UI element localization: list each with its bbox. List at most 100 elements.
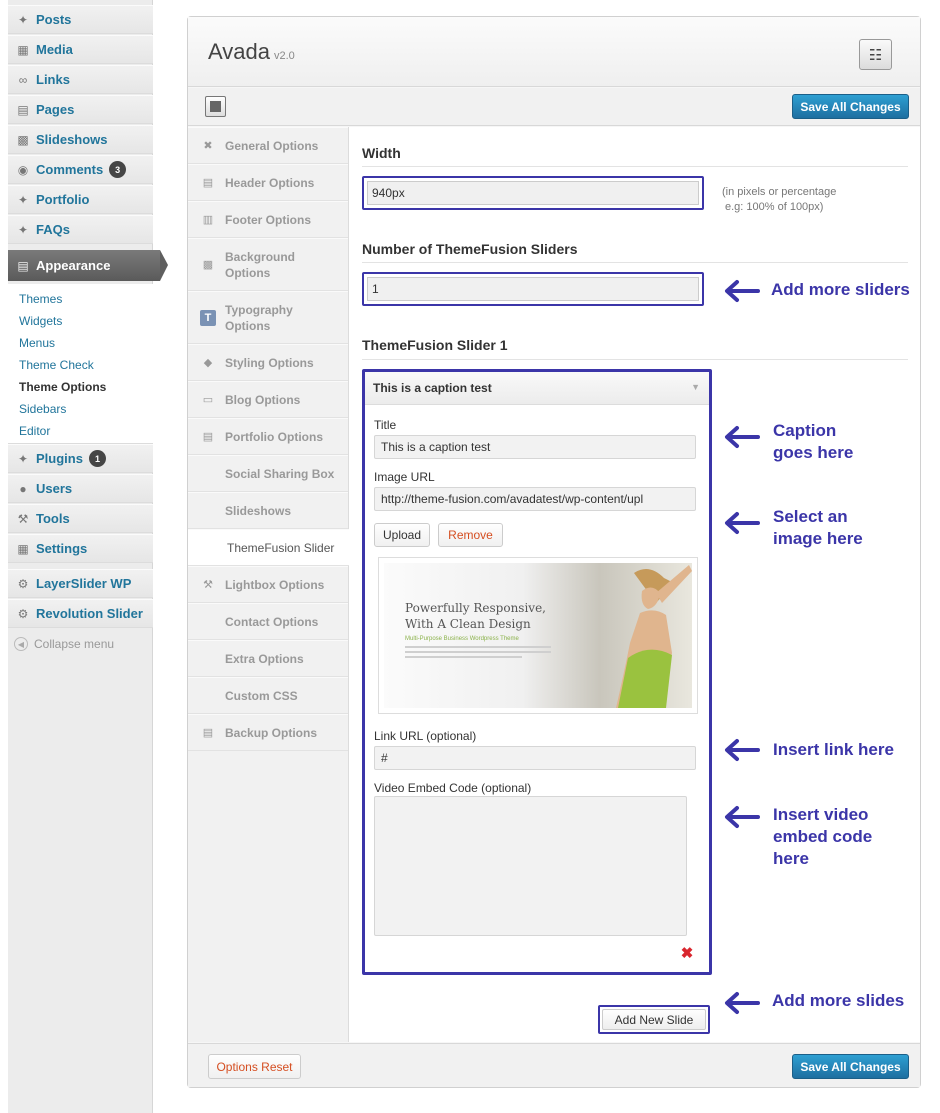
wrench-icon: ✖ bbox=[203, 140, 213, 152]
save-all-button-top[interactable]: Save All Changes bbox=[792, 94, 909, 119]
slider-section-title: ThemeFusion Slider 1 bbox=[362, 337, 508, 353]
upload-button[interactable]: Upload bbox=[374, 523, 430, 547]
annotation-caption: Caption goes here bbox=[773, 420, 853, 464]
sliders-count-input[interactable]: 1 bbox=[367, 277, 699, 301]
wp-admin-menu: ✦ Posts ▦ Media ∞ Links ▤ Pages ▩ Slides… bbox=[8, 0, 168, 1113]
woman-photo bbox=[616, 565, 692, 708]
nav-typography-options[interactable]: T Typography Options bbox=[188, 291, 348, 344]
link-icon: ∞ bbox=[18, 72, 28, 87]
nav-footer-options[interactable]: ▥ Footer Options bbox=[188, 201, 348, 238]
remove-button[interactable]: Remove bbox=[438, 523, 503, 547]
submenu-editor[interactable]: Editor bbox=[19, 420, 153, 442]
menu-media[interactable]: ▦ Media bbox=[8, 35, 153, 64]
nav-header-options[interactable]: ▤ Header Options bbox=[188, 164, 348, 201]
menu-posts[interactable]: ✦ Posts bbox=[8, 5, 153, 34]
collapse-menu[interactable]: ◀ Collapse menu bbox=[14, 637, 114, 651]
menu-label: LayerSlider WP bbox=[36, 576, 132, 591]
menu-label: Slideshows bbox=[36, 132, 108, 147]
menu-slideshows[interactable]: ▩ Slideshows bbox=[8, 125, 153, 154]
blank-icon bbox=[200, 651, 216, 667]
menu-appearance[interactable]: ▤ Appearance bbox=[8, 250, 168, 281]
nav-extra-options[interactable]: Extra Options bbox=[188, 640, 348, 677]
nav-themefusion-slider[interactable]: ThemeFusion Slider bbox=[188, 529, 349, 566]
menu-portfolio[interactable]: ✦ Portfolio bbox=[8, 185, 153, 214]
nav-general-options[interactable]: ✖ General Options bbox=[188, 127, 348, 164]
submenu-themes[interactable]: Themes bbox=[19, 288, 153, 310]
menu-settings[interactable]: ▦ Settings bbox=[8, 534, 153, 563]
title-input[interactable]: This is a caption test bbox=[374, 435, 696, 459]
menu-label: Media bbox=[36, 42, 73, 57]
media-icon: ▦ bbox=[17, 42, 29, 57]
preview-heading: Powerfully Responsive, With A Clean Desi… bbox=[405, 600, 546, 632]
menu-label: Settings bbox=[36, 541, 88, 556]
collapse-arrow-icon[interactable]: ▼ bbox=[691, 382, 700, 392]
nav-label: Social Sharing Box bbox=[225, 466, 335, 481]
width-input[interactable]: 940px bbox=[367, 181, 699, 205]
submenu-widgets[interactable]: Widgets bbox=[19, 310, 153, 332]
nav-contact-options[interactable]: Contact Options bbox=[188, 603, 348, 640]
nav-label: Contact Options bbox=[225, 614, 319, 629]
nav-label: Backup Options bbox=[225, 725, 318, 740]
video-embed-textarea[interactable] bbox=[374, 796, 687, 936]
options-reset-button[interactable]: Options Reset bbox=[208, 1054, 301, 1079]
annotation-add-sliders: Add more sliders bbox=[771, 280, 910, 299]
image-url-input[interactable]: http://theme-fusion.com/avadatest/wp-con… bbox=[374, 487, 696, 511]
menu-pages[interactable]: ▤ Pages bbox=[8, 95, 153, 124]
gear-icon: ⚙ bbox=[17, 576, 29, 591]
nav-custom-css[interactable]: Custom CSS bbox=[188, 677, 348, 714]
nav-slideshows[interactable]: Slideshows bbox=[188, 492, 348, 529]
slide-header-title: This is a caption test bbox=[373, 381, 492, 395]
title-label: Title bbox=[374, 418, 397, 432]
delete-slide-icon[interactable]: ✖ bbox=[679, 945, 695, 962]
submenu-menus[interactable]: Menus bbox=[19, 332, 153, 354]
collapse-label: Collapse menu bbox=[34, 637, 115, 651]
preview-heading-line: With A Clean Design bbox=[405, 617, 531, 631]
nav-backup-options[interactable]: ▤ Backup Options bbox=[188, 714, 348, 751]
link-url-input[interactable]: # bbox=[374, 746, 696, 770]
wrench-icon: ⚒ bbox=[203, 579, 213, 591]
slide-panel: This is a caption test ▼ Title This is a… bbox=[362, 369, 712, 975]
menu-plugins[interactable]: ✦ Plugins 1 bbox=[8, 444, 153, 473]
add-new-slide-button[interactable]: Add New Slide bbox=[602, 1009, 706, 1030]
expand-icon[interactable] bbox=[205, 96, 226, 117]
annotation-arrow-icon bbox=[725, 426, 760, 448]
save-all-button-bottom[interactable]: Save All Changes bbox=[792, 1054, 909, 1079]
nav-label: Portfolio Options bbox=[225, 429, 323, 444]
annotation-link: Insert link here bbox=[773, 740, 894, 759]
nav-social-sharing-box[interactable]: Social Sharing Box bbox=[188, 455, 348, 492]
menu-revolution-slider[interactable]: ⚙ Revolution Slider bbox=[8, 599, 153, 628]
nav-label: ThemeFusion Slider bbox=[227, 540, 335, 555]
menu-tools[interactable]: ⚒ Tools bbox=[8, 504, 153, 533]
menu-layerslider[interactable]: ⚙ LayerSlider WP bbox=[8, 569, 153, 598]
preview-subheading: Multi-Purpose Business Wordpress Theme bbox=[405, 636, 519, 642]
plugins-count-badge: 1 bbox=[88, 450, 106, 467]
users-icon: ● bbox=[19, 481, 27, 496]
blank-icon bbox=[200, 503, 216, 519]
annotation-arrow-icon bbox=[725, 512, 760, 534]
menu-comments[interactable]: ◉ Comments 3 bbox=[8, 155, 153, 184]
menu-links[interactable]: ∞ Links bbox=[8, 65, 153, 94]
slide-header[interactable]: This is a caption test ▼ bbox=[365, 372, 709, 405]
submenu-sidebars[interactable]: Sidebars bbox=[19, 398, 153, 420]
slide-image: Powerfully Responsive, With A Clean Desi… bbox=[384, 563, 692, 708]
nav-lightbox-options[interactable]: ⚒ Lightbox Options bbox=[188, 566, 348, 603]
nav-blog-options[interactable]: ▭ Blog Options bbox=[188, 381, 348, 418]
width-help: (in pixels or percentage e.g: 100% of 10… bbox=[722, 185, 836, 215]
nav-styling-options[interactable]: ◆ Styling Options bbox=[188, 344, 348, 381]
menu-label: Links bbox=[36, 72, 70, 87]
submenu-theme-options[interactable]: Theme Options bbox=[19, 376, 153, 398]
annotation-image: Select an image here bbox=[773, 506, 863, 550]
nav-label: Styling Options bbox=[225, 355, 314, 370]
menu-label: Posts bbox=[36, 12, 72, 27]
nav-portfolio-options[interactable]: ▤ Portfolio Options bbox=[188, 418, 348, 455]
panel-header: Avada v2.0 ☷ bbox=[188, 17, 920, 87]
menu-users[interactable]: ● Users bbox=[8, 474, 153, 503]
nav-label: Slideshows bbox=[225, 503, 292, 518]
document-icon: ▭ bbox=[202, 394, 214, 406]
nav-background-options[interactable]: ▩ Background Options bbox=[188, 238, 348, 291]
image-preview: Powerfully Responsive, With A Clean Desi… bbox=[378, 557, 698, 714]
theme-title: Avada v2.0 bbox=[208, 39, 295, 65]
menu-faqs[interactable]: ✦ FAQs bbox=[8, 215, 153, 244]
settings-icon: ▦ bbox=[17, 541, 29, 556]
submenu-theme-check[interactable]: Theme Check bbox=[19, 354, 153, 376]
